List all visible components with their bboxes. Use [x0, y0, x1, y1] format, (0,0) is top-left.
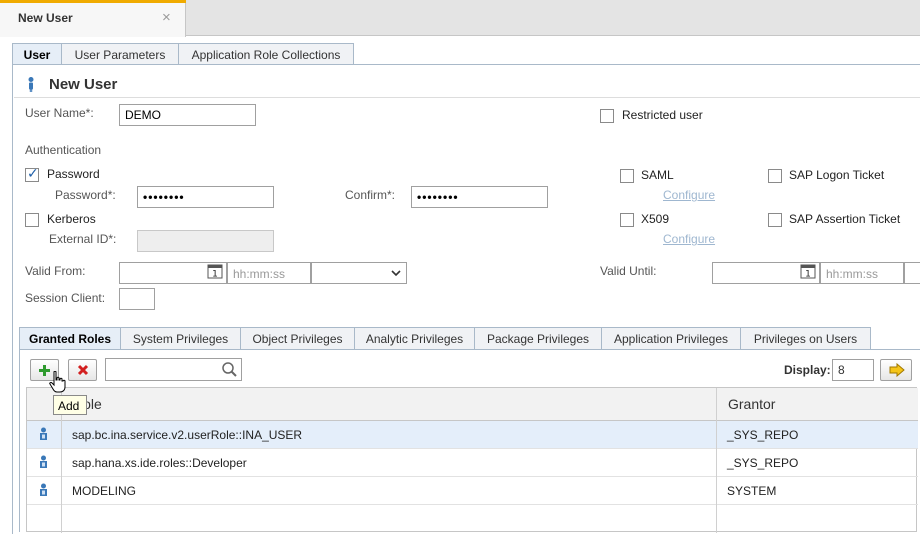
kerberos-checkbox[interactable]: [25, 213, 39, 227]
table-row[interactable]: MODELING SYSTEM: [27, 477, 918, 505]
tab-privileges-on-users[interactable]: Privileges on Users: [740, 327, 871, 349]
session-client-input[interactable]: [119, 288, 155, 310]
calendar-icon[interactable]: 1: [800, 263, 818, 283]
saml-label: SAML: [641, 168, 674, 182]
external-id-input[interactable]: [137, 230, 274, 252]
granted-roles-table: Role Grantor sap.bc.ina.service.v2.userR…: [26, 387, 918, 533]
x509-configure-link[interactable]: Configure: [663, 232, 715, 246]
restricted-user-checkbox[interactable]: [600, 109, 614, 123]
tab-application-privileges[interactable]: Application Privileges: [601, 327, 741, 349]
grantor-cell: _SYS_REPO: [727, 456, 799, 470]
grantor-cell: SYSTEM: [727, 484, 777, 498]
password-checkbox[interactable]: ✓: [25, 165, 39, 182]
external-id-label: External ID*:: [49, 232, 117, 246]
tab-application-role-collections[interactable]: Application Role Collections: [178, 43, 354, 65]
role-cell: sap.bc.ina.service.v2.userRole::INA_USER: [72, 428, 303, 442]
table-row[interactable]: sap.hana.xs.ide.roles::Developer _SYS_RE…: [27, 449, 918, 477]
user-name-label: User Name*:: [25, 106, 94, 120]
kerberos-label: Kerberos: [47, 212, 96, 226]
confirm-label: Confirm*:: [345, 188, 396, 202]
confirm-input[interactable]: ••••••••: [411, 186, 548, 208]
column-divider: [716, 388, 717, 533]
restricted-user-label: Restricted user: [622, 108, 703, 122]
title-divider: [14, 97, 920, 98]
search-icon: [222, 362, 237, 377]
editor-tab-accent: [0, 0, 186, 3]
tab-analytic-privileges[interactable]: Analytic Privileges: [354, 327, 475, 349]
sap-assertion-ticket-checkbox[interactable]: [768, 213, 782, 227]
tab-user[interactable]: User: [12, 43, 62, 65]
calendar-day-text: 1: [212, 270, 218, 280]
tab-package-privileges[interactable]: Package Privileges: [474, 327, 602, 349]
x509-label: X509: [641, 212, 670, 226]
delete-icon: [77, 364, 89, 376]
add-tooltip: Add: [53, 395, 87, 415]
saml-checkbox[interactable]: [620, 169, 634, 183]
chevron-down-icon: [391, 270, 401, 277]
arrow-right-icon: [889, 363, 905, 377]
role-icon: [38, 483, 49, 500]
role-cell: MODELING: [72, 484, 137, 498]
tab-object-privileges[interactable]: Object Privileges: [240, 327, 355, 349]
saml-configure-link[interactable]: Configure: [663, 188, 715, 202]
page-title: New User: [49, 76, 118, 93]
check-icon: ✓: [27, 165, 39, 181]
tab-user-parameters[interactable]: User Parameters: [61, 43, 179, 65]
tab-system-privileges[interactable]: System Privileges: [120, 327, 241, 349]
hand-cursor-icon: [48, 370, 66, 396]
delete-button[interactable]: [68, 359, 97, 381]
calendar-icon[interactable]: 1: [207, 263, 225, 283]
table-header: Role Grantor: [27, 388, 918, 421]
calendar-day-text: 1: [805, 270, 811, 280]
sap-logon-ticket-checkbox[interactable]: [768, 169, 782, 183]
grantor-cell: _SYS_REPO: [727, 428, 799, 442]
close-icon[interactable]: ×: [162, 9, 171, 26]
valid-until-timezone-select[interactable]: [904, 262, 920, 284]
user-icon: [24, 76, 38, 95]
table-row[interactable]: sap.bc.ina.service.v2.userRole::INA_USER…: [27, 421, 918, 449]
display-count-input[interactable]: 8: [832, 359, 874, 381]
sap-assertion-ticket-label: SAP Assertion Ticket: [789, 212, 901, 226]
column-header-grantor[interactable]: Grantor: [728, 396, 775, 412]
password-field-label: Password*:: [55, 188, 116, 202]
session-client-label: Session Client:: [25, 291, 106, 305]
valid-until-time-input[interactable]: hh:mm:ss: [820, 262, 904, 284]
x509-checkbox[interactable]: [620, 213, 634, 227]
authentication-label: Authentication: [25, 143, 102, 157]
tab-granted-roles[interactable]: Granted Roles: [19, 327, 121, 349]
display-apply-button[interactable]: [880, 359, 912, 381]
role-icon: [38, 427, 49, 444]
password-input[interactable]: ••••••••: [137, 186, 274, 208]
sap-logon-ticket-label: SAP Logon Ticket: [789, 168, 885, 182]
display-label: Display:: [784, 363, 831, 377]
valid-from-label: Valid From:: [25, 264, 86, 278]
role-icon: [38, 455, 49, 472]
search-input[interactable]: [105, 358, 242, 381]
editor-tab-title: New User: [18, 11, 73, 25]
password-label: Password: [47, 167, 100, 181]
valid-until-label: Valid Until:: [600, 264, 657, 278]
valid-from-timezone-select[interactable]: [311, 262, 407, 284]
role-cell: sap.hana.xs.ide.roles::Developer: [72, 456, 247, 470]
user-name-input[interactable]: DEMO: [119, 104, 256, 126]
valid-from-time-input[interactable]: hh:mm:ss: [227, 262, 311, 284]
